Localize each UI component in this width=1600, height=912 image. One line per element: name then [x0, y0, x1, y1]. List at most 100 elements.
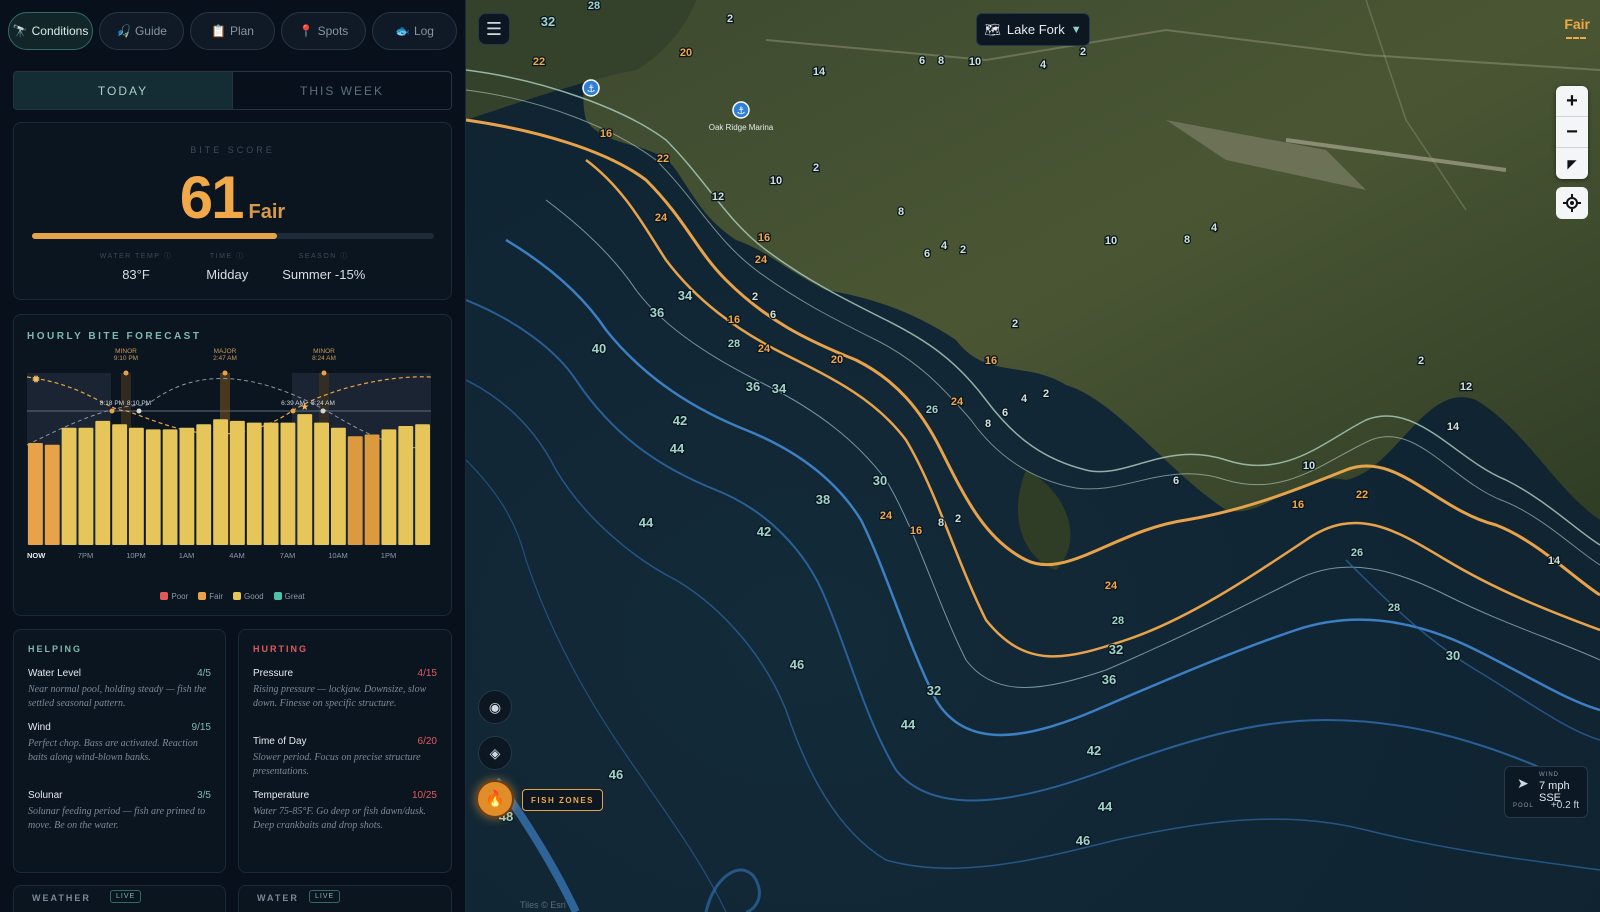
- map-icon: 🗺: [984, 21, 1001, 37]
- nav-guide[interactable]: 🎣 Guide: [99, 12, 184, 50]
- layers-button[interactable]: ◈: [478, 736, 512, 770]
- menu-button[interactable]: ☰: [478, 13, 510, 45]
- depth-label: 6: [770, 309, 776, 321]
- depth-label: 24: [655, 212, 668, 224]
- depth-label: 8: [938, 55, 944, 67]
- depth-label: 44: [670, 441, 685, 456]
- wind-label: WIND: [1539, 772, 1559, 778]
- legend-good: Good: [233, 592, 264, 601]
- tab-this-week[interactable]: THIS WEEK: [233, 72, 451, 109]
- top-nav: 🔭 Conditions 🎣 Guide 📋 Plan 📍 Spots 🐟 Log: [8, 12, 457, 50]
- compass-button[interactable]: ◤: [1556, 148, 1588, 179]
- factor-score: 4/5: [197, 668, 211, 679]
- depth-label: 8: [985, 418, 991, 430]
- depth-label: 2: [1418, 355, 1424, 367]
- depth-label: 6: [919, 55, 925, 67]
- pool-value: +0.2 ft: [1550, 800, 1579, 811]
- telescope-icon: 🔭: [12, 24, 28, 38]
- map-canvas[interactable]: 2832 22220146 8 10 421622122410281624 64 210 84…: [466, 0, 1600, 912]
- legend-great: Great: [273, 592, 305, 601]
- nav-log[interactable]: 🐟 Log: [372, 12, 457, 50]
- depth-label: 22: [533, 56, 545, 68]
- sun-marker: [109, 408, 115, 414]
- fishing-rod-icon: 🎣: [116, 24, 131, 38]
- factor-score: 4/15: [417, 668, 437, 679]
- depth-label: 8: [1184, 234, 1190, 246]
- factor-desc: Water 75-85°F. Go deep or fish dawn/dusk…: [253, 806, 426, 831]
- depth-label: 10: [1105, 235, 1117, 247]
- pin-icon: 📍: [298, 24, 314, 38]
- depth-label: 44: [901, 717, 916, 732]
- solunar-type: MINOR: [115, 348, 137, 355]
- fish-zones-button[interactable]: 🔥: [476, 780, 514, 818]
- depth-label: 24: [755, 254, 768, 266]
- bite-stats: WATER TEMP ⓘ 83°F TIME ⓘ Midday SEASON ⓘ Su…: [14, 251, 451, 282]
- factor-score: 9/15: [191, 722, 211, 733]
- solunar-time: 9:10 PM: [114, 355, 138, 362]
- hourly-forecast-card: HOURLY BITE FORECAST MINOR 9:10 PM MAJOR 2:…: [13, 314, 452, 616]
- factor-temperature: Temperature 10/25 Water 75-85°F. Go deep …: [253, 790, 437, 833]
- lake-selector[interactable]: 🗺 Lake Fork ▼: [976, 13, 1090, 46]
- tab-today[interactable]: TODAY: [14, 72, 233, 109]
- nav-spots[interactable]: 📍 Spots: [281, 12, 366, 50]
- caret-down-icon: ▼: [1070, 23, 1082, 36]
- bite-score-label: BITE SCORE: [190, 145, 275, 155]
- forecast-bar: [364, 434, 380, 545]
- factor-desc: Solunar feeding period — fish are primed…: [28, 806, 206, 831]
- depth-label: 12: [712, 191, 724, 203]
- depth-label: 16: [985, 355, 997, 367]
- depth-label: 28: [1112, 615, 1124, 627]
- hurting-title: HURTING: [253, 644, 308, 654]
- nav-conditions[interactable]: 🔭 Conditions: [8, 12, 93, 50]
- x-tick-label: 7AM: [280, 551, 295, 560]
- fish-zones-label: FISH ZONES: [522, 789, 604, 811]
- water-card[interactable]: WATER LIVE: [238, 885, 452, 912]
- depth-label: 2: [1043, 388, 1049, 400]
- helping-card: HELPING Water Level 4/5 Near normal pool,…: [13, 629, 226, 873]
- zoom-out-button[interactable]: −: [1556, 117, 1588, 148]
- x-tick-label: 10PM: [126, 551, 146, 560]
- depth-label: 24: [758, 343, 771, 355]
- hamburger-icon: ☰: [485, 18, 503, 39]
- target-button[interactable]: ◉: [478, 690, 512, 724]
- factor-water-level: Water Level 4/5 Near normal pool, holding…: [28, 668, 211, 711]
- depth-label: 20: [831, 354, 843, 366]
- depth-label: 44: [639, 515, 654, 530]
- depth-label: 14: [813, 66, 826, 78]
- depth-label: 14: [1548, 555, 1561, 567]
- depth-label: 10: [1303, 460, 1315, 472]
- depth-label: 2: [960, 244, 966, 256]
- depth-label: 28: [588, 0, 600, 12]
- depth-label: 30: [1446, 648, 1460, 663]
- depth-label: 2: [1080, 46, 1086, 58]
- weather-card[interactable]: WEATHER LIVE: [13, 885, 226, 912]
- lake-map[interactable]: 28 32 2 22 20 14 6 8 10 4 2 16 22 12 24 10 2 8 16 24 6 4 2 10 8 4…: [466, 0, 1600, 912]
- forecast-bar: [314, 422, 329, 545]
- x-tick-label: 7PM: [78, 551, 93, 560]
- live-badge: LIVE: [110, 890, 142, 903]
- zoom-in-button[interactable]: +: [1556, 86, 1588, 117]
- forecast-bar: [331, 427, 346, 545]
- stat-time[interactable]: TIME ⓘ Midday: [206, 251, 248, 282]
- forecast-bar: [263, 422, 279, 545]
- forecast-bar: [129, 427, 144, 545]
- helping-title: HELPING: [28, 644, 83, 654]
- bite-score-bar: [32, 233, 434, 239]
- stat-water-temp[interactable]: WATER TEMP ⓘ 83°F: [100, 251, 173, 282]
- factor-desc: Perfect chop. Bass are activated. Reacti…: [28, 738, 198, 763]
- forecast-bar: [246, 422, 262, 545]
- depth-label: 22: [1356, 489, 1368, 501]
- peak-star-icon: ★: [300, 402, 309, 413]
- depth-label: 10: [770, 175, 782, 187]
- factor-name: Wind: [28, 722, 51, 733]
- map-attribution: Tiles © Esri: [520, 900, 566, 910]
- depth-label: 6: [924, 248, 930, 260]
- depth-label: 42: [757, 524, 771, 539]
- locate-button[interactable]: [1556, 187, 1588, 219]
- stat-season[interactable]: SEASON ⓘ Summer -15%: [282, 251, 365, 282]
- nav-plan[interactable]: 📋 Plan: [190, 12, 275, 50]
- depth-label: 4: [1211, 222, 1218, 234]
- forecast-bar: [28, 443, 43, 545]
- pool-label: POOL: [1513, 803, 1534, 809]
- forecast-title: HOURLY BITE FORECAST: [27, 331, 202, 342]
